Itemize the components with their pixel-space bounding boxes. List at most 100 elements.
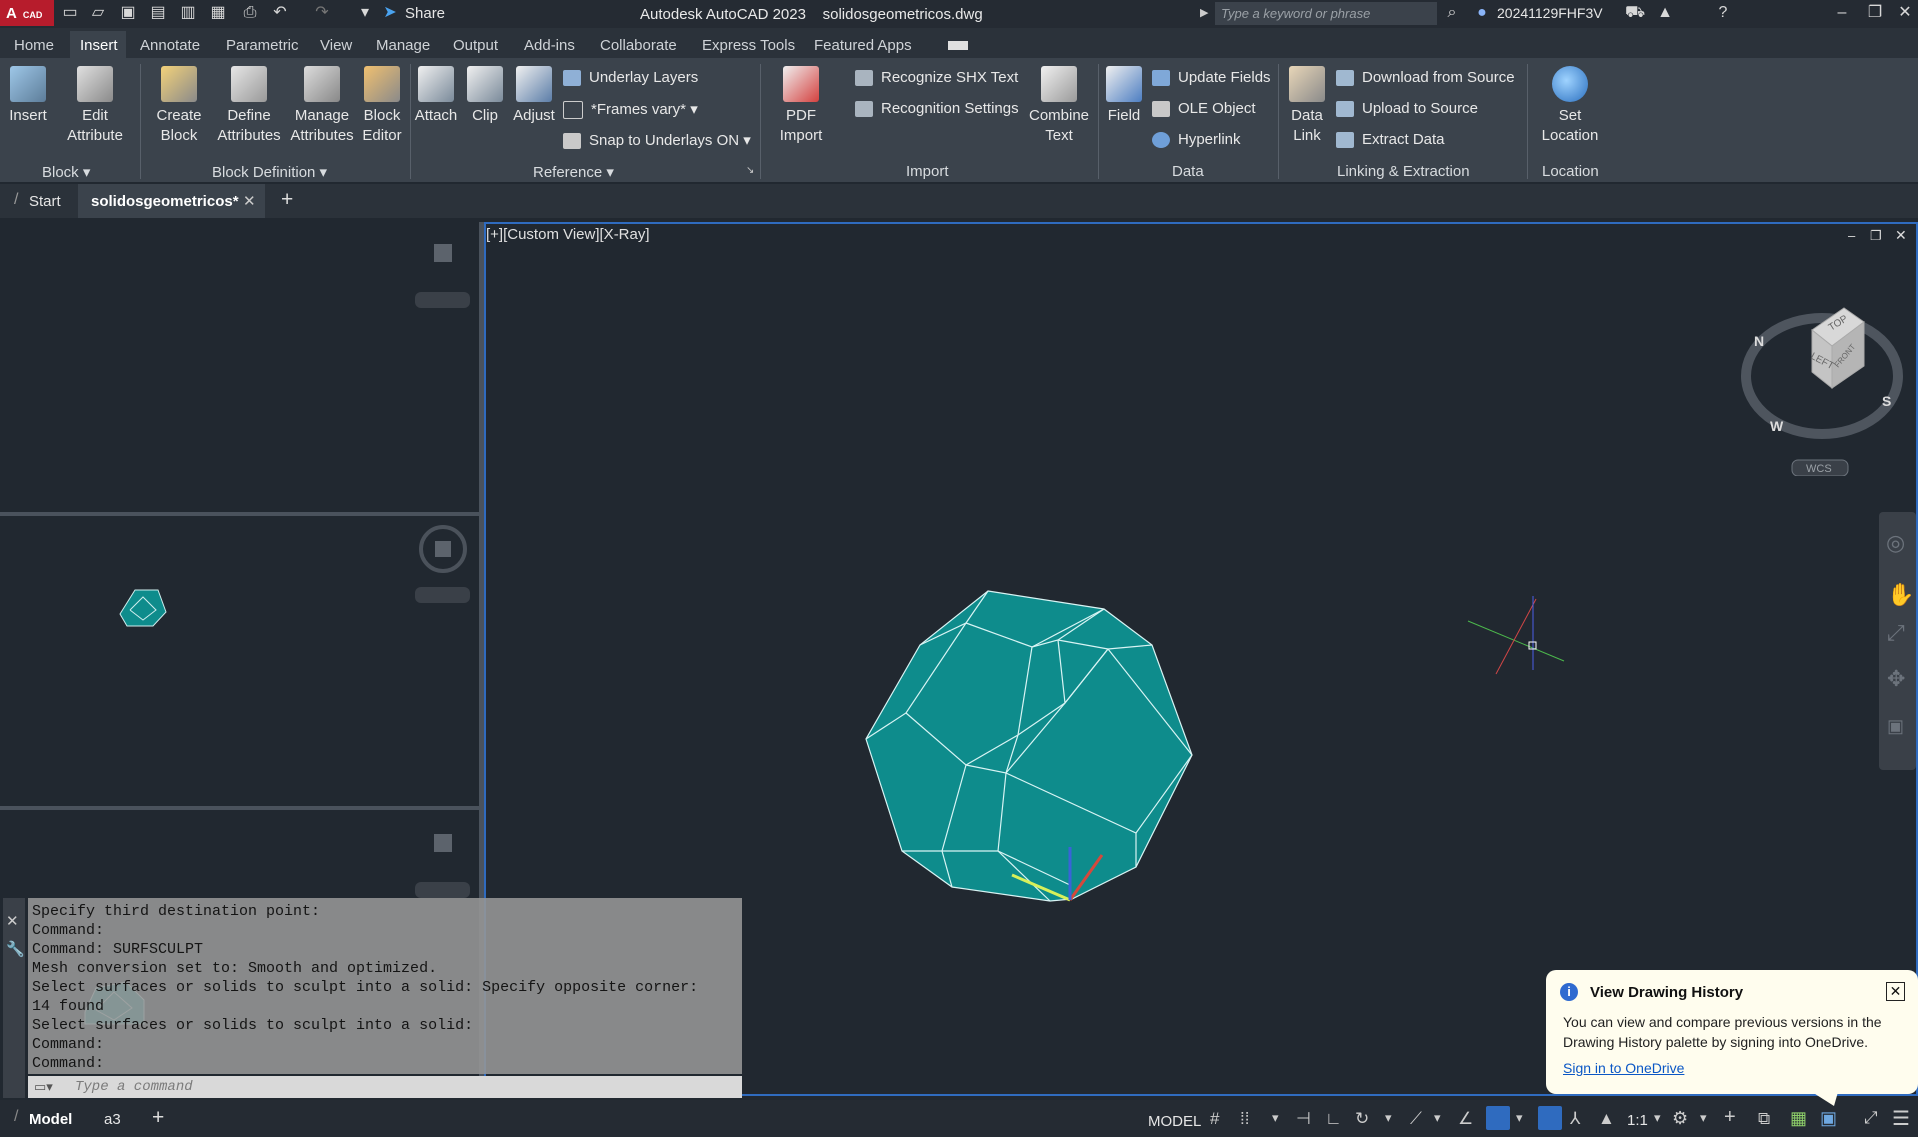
user-account-button[interactable]: 20241129FHF3V xyxy=(1497,5,1603,21)
upload-to-source-button[interactable]: Upload to Source xyxy=(1336,100,1478,118)
tab-parametric[interactable]: Parametric xyxy=(226,37,299,54)
reference-panel-title[interactable]: Reference ▾ xyxy=(533,163,614,181)
units-icon[interactable]: ⧉ xyxy=(1758,1109,1770,1129)
tab-home[interactable]: Home xyxy=(14,37,54,54)
share-button[interactable]: Share xyxy=(405,5,445,22)
update-fields-button[interactable]: Update Fields xyxy=(1152,69,1271,87)
command-prompt-icon[interactable]: ▭▾ xyxy=(34,1079,53,1095)
command-line-close-icon[interactable]: ✕ xyxy=(6,912,19,930)
help-icon[interactable]: ? xyxy=(1713,4,1733,22)
polar-tracking-icon[interactable]: ↻ xyxy=(1355,1109,1369,1129)
new-tab-icon[interactable]: + xyxy=(281,188,293,212)
object-snap-tracking-icon[interactable]: ∠ xyxy=(1458,1109,1473,1129)
tab-manage[interactable]: Manage xyxy=(376,37,430,54)
insert-button[interactable]: Insert xyxy=(2,66,54,126)
tab-add-ins[interactable]: Add-ins xyxy=(524,37,575,54)
close-tab-icon[interactable]: ✕ xyxy=(243,192,256,210)
download-from-source-button[interactable]: Download from Source xyxy=(1336,69,1515,87)
tab-annotate[interactable]: Annotate xyxy=(140,37,200,54)
grid-icon[interactable]: # xyxy=(1210,1109,1219,1129)
annotation-scale-value[interactable]: 1:1 xyxy=(1627,1112,1648,1129)
autodesk-app-icon[interactable]: ▲ xyxy=(1655,4,1675,22)
tab-output[interactable]: Output xyxy=(453,37,498,54)
dodecahedron-solid[interactable] xyxy=(860,585,1200,915)
showmotion-icon[interactable]: ▣ xyxy=(1887,716,1904,737)
undo-icon[interactable]: ↶ xyxy=(270,4,290,22)
pdf-import-button[interactable]: PDF Import xyxy=(770,66,832,146)
model-space-button[interactable]: MODEL xyxy=(1148,1113,1201,1130)
block-panel-title[interactable]: Block ▾ xyxy=(42,163,90,181)
pan-icon[interactable]: ✋ xyxy=(1887,582,1914,608)
file-tab-start[interactable]: Start xyxy=(29,193,61,210)
command-line-customize-icon[interactable]: 🔧 xyxy=(6,940,25,958)
workspace-dropdown-icon[interactable]: ▾ xyxy=(1700,1110,1707,1126)
scale-dropdown-icon[interactable]: ▾ xyxy=(1654,1110,1661,1126)
zoom-extents-icon[interactable]: ⤢ xyxy=(1887,620,1905,646)
tab-featured-apps[interactable]: Featured Apps xyxy=(814,37,912,54)
cart-icon[interactable]: ⛟ xyxy=(1625,4,1645,22)
reference-panel-launcher-icon[interactable]: ↘ xyxy=(746,165,754,176)
clip-button[interactable]: Clip xyxy=(462,66,508,126)
recognition-settings-button[interactable]: Recognition Settings xyxy=(855,100,1019,118)
data-link-button[interactable]: Data Link xyxy=(1283,66,1331,146)
new-layout-icon[interactable]: + xyxy=(152,1106,164,1130)
ribbon-minimize-icon[interactable] xyxy=(948,41,968,50)
snap-dropdown-icon[interactable]: ▾ xyxy=(1272,1110,1279,1126)
export-icon[interactable]: ▦ xyxy=(208,4,228,22)
object-snap-icon[interactable] xyxy=(1486,1106,1510,1130)
app-menu-button[interactable]: A CAD xyxy=(0,0,54,26)
viewport-minimize-icon[interactable]: – xyxy=(1848,228,1855,243)
viewport-controls-label[interactable]: [+][Custom View][X-Ray] xyxy=(486,226,650,243)
clean-screen-icon[interactable]: ⤢ xyxy=(1864,1108,1878,1128)
open-folder-icon[interactable]: ▱ xyxy=(88,4,108,22)
edit-attribute-button[interactable]: Edit Attribute xyxy=(60,66,130,146)
tab-insert[interactable]: Insert xyxy=(80,37,118,54)
quick-properties-icon[interactable]: ▦ xyxy=(1790,1108,1807,1129)
auto-scale-icon[interactable]: ⅄ xyxy=(1570,1109,1580,1129)
steering-wheel-icon[interactable]: ◎ xyxy=(1886,530,1905,556)
block-editor-button[interactable]: Block Editor xyxy=(358,66,406,146)
viewport-restore-icon[interactable]: ❐ xyxy=(1870,228,1882,244)
publish-icon[interactable]: ▥ xyxy=(178,4,198,22)
quick-access-dropdown-icon[interactable]: ▾ xyxy=(355,4,375,22)
define-attributes-button[interactable]: Define Attributes xyxy=(213,66,285,146)
annotation-visibility-icon[interactable] xyxy=(1538,1106,1562,1130)
isolate-objects-icon[interactable]: ▣ xyxy=(1820,1108,1837,1129)
tab-express-tools[interactable]: Express Tools xyxy=(702,37,795,54)
dynamic-input-icon[interactable]: ⊣ xyxy=(1296,1109,1311,1129)
redo-icon[interactable]: ↷ xyxy=(312,4,332,22)
restore-window-icon[interactable]: ❐ xyxy=(1865,4,1885,22)
snap-mode-icon[interactable]: ⁞⁞ xyxy=(1240,1109,1249,1129)
save-as-icon[interactable]: ▤ xyxy=(148,4,168,22)
plot-icon[interactable]: ⎙ xyxy=(240,4,260,22)
combine-text-button[interactable]: Combine Text xyxy=(1024,66,1094,146)
manage-attributes-button[interactable]: Manage Attributes xyxy=(287,66,357,146)
viewport-close-icon[interactable]: ✕ xyxy=(1895,227,1907,244)
annotation-scale-icon[interactable]: ▲ xyxy=(1598,1109,1615,1129)
layout-tab-model[interactable]: Model xyxy=(29,1111,72,1128)
file-tab-solidosgeometricos[interactable]: solidosgeometricos* xyxy=(91,193,239,210)
save-icon[interactable]: ▣ xyxy=(118,4,138,22)
viewcube[interactable]: TOP LEFT FRONT N S W WCS xyxy=(1740,296,1905,476)
create-block-button[interactable]: Create Block xyxy=(148,66,210,146)
isodraft-icon[interactable]: ⟋ xyxy=(1410,1109,1422,1129)
adjust-button[interactable]: Adjust xyxy=(510,66,558,126)
layout-tab-a3[interactable]: a3 xyxy=(104,1111,121,1128)
workspace-gear-icon[interactable]: ⚙ xyxy=(1672,1108,1688,1129)
object-snap-dropdown-icon[interactable]: ▾ xyxy=(1516,1110,1523,1126)
minimize-window-icon[interactable]: – xyxy=(1832,4,1852,22)
field-button[interactable]: Field xyxy=(1100,66,1148,126)
isodraft-dropdown-icon[interactable]: ▾ xyxy=(1434,1110,1441,1126)
search-icon[interactable]: ⌕ xyxy=(1442,4,1462,22)
hyperlink-button[interactable]: Hyperlink xyxy=(1152,131,1241,149)
customization-menu-icon[interactable]: ☰ xyxy=(1892,1106,1910,1131)
new-file-icon[interactable]: ▭ xyxy=(60,4,80,22)
sign-in-onedrive-link[interactable]: Sign in to OneDrive xyxy=(1563,1060,1684,1076)
tab-collaborate[interactable]: Collaborate xyxy=(600,37,677,54)
orbit-icon[interactable]: ✥ xyxy=(1887,666,1905,692)
close-window-icon[interactable]: ✕ xyxy=(1895,4,1915,22)
ole-object-button[interactable]: OLE Object xyxy=(1152,100,1256,118)
annotation-monitor-icon[interactable]: + xyxy=(1724,1106,1736,1129)
tab-view[interactable]: View xyxy=(320,37,352,54)
underlay-layers-button[interactable]: Underlay Layers xyxy=(563,69,698,87)
